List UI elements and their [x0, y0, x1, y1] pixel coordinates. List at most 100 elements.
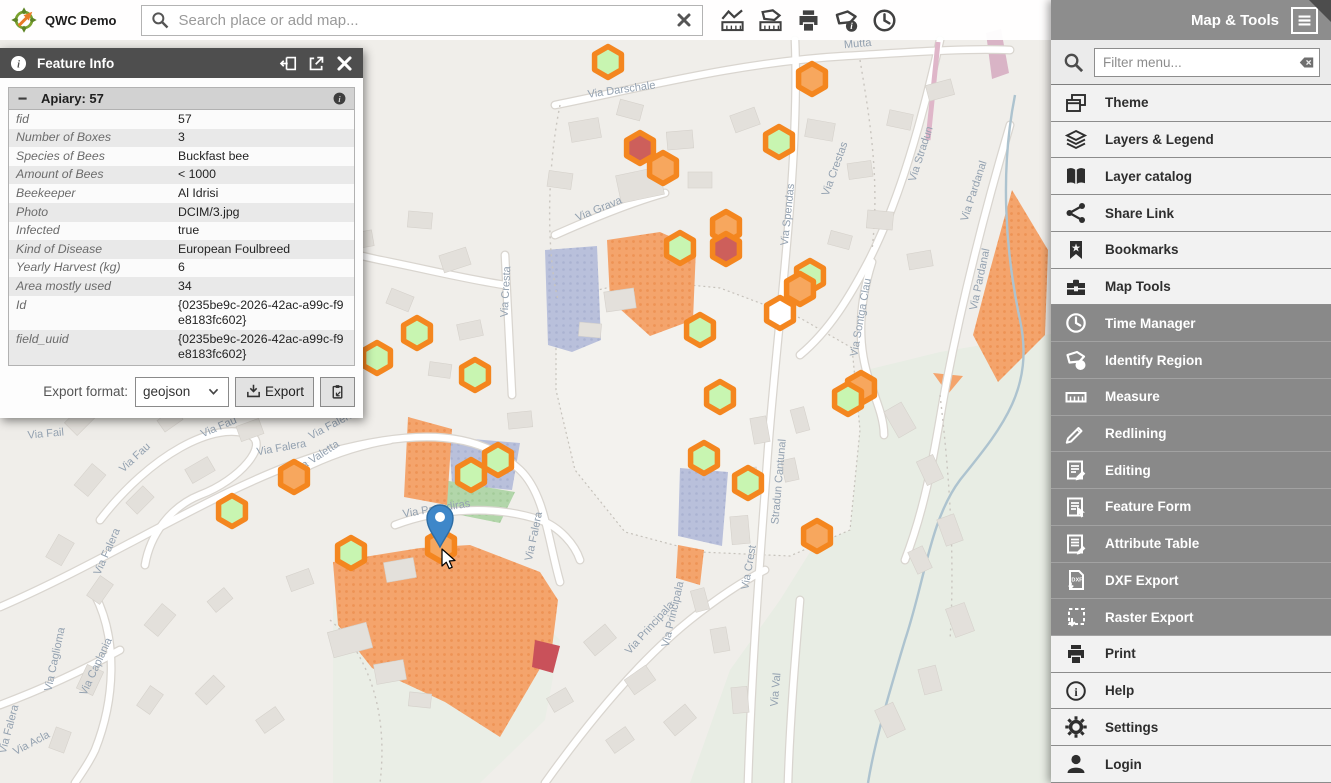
sidebar-item-dxf-export[interactable]: DXFDXF Export: [1051, 563, 1331, 600]
sidebar-item-identify-region[interactable]: iIdentify Region: [1051, 342, 1331, 379]
sidebar-item-time-manager[interactable]: Time Manager: [1051, 305, 1331, 342]
app-title: QWC Demo: [45, 13, 117, 28]
apiary-marker-orange[interactable]: [281, 462, 308, 493]
apiary-marker-green[interactable]: [691, 443, 718, 474]
identify-icon: i: [1064, 348, 1088, 372]
close-icon[interactable]: [335, 54, 354, 73]
feature-attribute-row: Id{0235be9c-2026-42ac-a99c-f9e8183fc602}: [9, 296, 355, 330]
sidebar-item-layers-legend[interactable]: Layers & Legend: [1051, 122, 1331, 159]
export-format-value: geojson: [143, 384, 190, 399]
feature-info-badge-icon: i: [332, 91, 347, 106]
time-manager-tool[interactable]: [867, 3, 903, 37]
chevron-down-icon: [206, 384, 221, 399]
measure-area-tool[interactable]: [753, 3, 789, 37]
export-format-select[interactable]: geojson: [135, 377, 229, 407]
sidebar-item-map-tools[interactable]: Map Tools: [1051, 269, 1331, 306]
apiary-marker-green[interactable]: [687, 315, 714, 346]
sidebar-item-label: DXF Export: [1105, 573, 1179, 588]
sidebar-item-label: Help: [1105, 683, 1134, 698]
book-icon: [1064, 164, 1088, 188]
apiary-marker-green[interactable]: [595, 47, 622, 78]
sidebar-item-measure[interactable]: Measure: [1051, 379, 1331, 416]
feature-form-icon: [1064, 495, 1088, 519]
measure-line-icon: [719, 7, 746, 34]
sidebar-item-share-link[interactable]: Share Link: [1051, 195, 1331, 232]
attribute-value: 6: [171, 259, 355, 278]
copy-to-clipboard-button[interactable]: [320, 377, 355, 407]
detach-window-icon[interactable]: [307, 54, 326, 73]
feature-section-title: Apiary: 57: [41, 91, 104, 106]
sidebar-item-raster-export[interactable]: Raster Export: [1051, 599, 1331, 636]
dock-panel-icon[interactable]: [279, 54, 298, 73]
feature-info-title: Feature Info: [37, 56, 114, 71]
help-icon: i: [1064, 679, 1088, 703]
sidebar-item-attribute-table[interactable]: Attribute Table: [1051, 526, 1331, 563]
feature-attribute-row: Number of Boxes3: [9, 129, 355, 148]
feature-info-body: Apiary: 57 i fid57Number of Boxes3Specie…: [0, 78, 363, 418]
print-icon: [1064, 642, 1088, 666]
sidebar-item-bookmarks[interactable]: ★Bookmarks: [1051, 232, 1331, 269]
sidebar-item-layer-catalog[interactable]: Layer catalog: [1051, 158, 1331, 195]
sidebar-item-label: Bookmarks: [1105, 242, 1179, 257]
sidebar-item-label: Attribute Table: [1105, 536, 1199, 551]
sidebar-item-label: Print: [1105, 646, 1136, 661]
attribute-value: Buckfast bee: [171, 147, 355, 166]
sidebar-item-settings[interactable]: Settings: [1051, 709, 1331, 746]
print-icon: [795, 7, 822, 34]
identify-region-tool[interactable]: i: [829, 3, 865, 37]
apiary-marker-green[interactable]: [462, 360, 489, 391]
feature-attribute-table: fid57Number of Boxes3Species of BeesBuck…: [8, 110, 355, 366]
apiary-marker-orange[interactable]: [650, 153, 677, 184]
sidebar-item-label: Layers & Legend: [1105, 132, 1214, 147]
apiary-marker-green[interactable]: [667, 233, 694, 264]
print-tool[interactable]: [791, 3, 827, 37]
attribute-label: field_uuid: [9, 330, 172, 365]
svg-text:i: i: [1074, 684, 1078, 698]
clipboard-icon: [329, 383, 346, 400]
menu-toggle-button[interactable]: [1291, 7, 1318, 34]
apiary-marker-green[interactable]: [707, 382, 734, 413]
sidebar-item-label: Login: [1105, 757, 1142, 772]
sidebar-item-login[interactable]: Login: [1051, 746, 1331, 783]
attribute-value: {0235be9c-2026-42ac-a99c-f9e8183fc602}: [171, 296, 355, 330]
apiary-marker-green[interactable]: [219, 496, 246, 527]
apiary-marker-green[interactable]: [404, 318, 431, 349]
apiary-marker-green[interactable]: [766, 127, 793, 158]
collapse-icon[interactable]: [16, 91, 31, 106]
apiary-marker-orange[interactable]: [787, 274, 814, 305]
feature-info-header: i Feature Info: [0, 48, 363, 78]
measure-line-tool[interactable]: [715, 3, 751, 37]
apiary-marker-green[interactable]: [485, 445, 512, 476]
attribute-label: Amount of Bees: [9, 166, 172, 185]
sidebar-item-help[interactable]: i Help: [1051, 673, 1331, 710]
apiary-marker-red[interactable]: [713, 234, 740, 265]
apiary-marker-green[interactable]: [338, 538, 365, 569]
attribute-value: Al Idrisi: [171, 184, 355, 203]
sidebar-item-theme[interactable]: Theme: [1051, 85, 1331, 122]
sidebar-item-editing[interactable]: Editing: [1051, 452, 1331, 489]
sidebar-item-label: Layer catalog: [1105, 169, 1192, 184]
feature-attribute-row: Infectedtrue: [9, 222, 355, 241]
search-clear-icon[interactable]: [674, 10, 694, 30]
feature-section-header[interactable]: Apiary: 57 i: [8, 87, 355, 110]
attribute-value: 57: [171, 110, 355, 129]
feature-info-panel: i Feature Info Apiary: 57 i fid57Number …: [0, 48, 363, 418]
feature-attribute-row: PhotoDCIM/3.jpg: [9, 203, 355, 222]
sidebar-item-feature-form[interactable]: Feature Form: [1051, 489, 1331, 526]
search-input[interactable]: [177, 11, 667, 30]
apiary-marker-orange[interactable]: [804, 521, 831, 552]
apiary-marker-green[interactable]: [835, 384, 862, 415]
sidebar-item-redlining[interactable]: Redlining: [1051, 416, 1331, 453]
apiary-marker-green[interactable]: [458, 460, 485, 491]
apiary-marker-green[interactable]: [364, 343, 391, 374]
apiary-marker-white[interactable]: [767, 298, 794, 329]
sidebar-item-label: Time Manager: [1105, 316, 1196, 331]
apiary-marker-green[interactable]: [735, 468, 762, 499]
apiary-marker-orange[interactable]: [799, 64, 826, 95]
attribute-label: Species of Bees: [9, 147, 172, 166]
sidebar-item-print[interactable]: Print: [1051, 636, 1331, 673]
gear-icon: [1064, 715, 1088, 739]
filter-clear-icon[interactable]: [1298, 54, 1315, 71]
menu-filter-input[interactable]: [1094, 48, 1320, 77]
export-button[interactable]: Export: [235, 377, 314, 407]
